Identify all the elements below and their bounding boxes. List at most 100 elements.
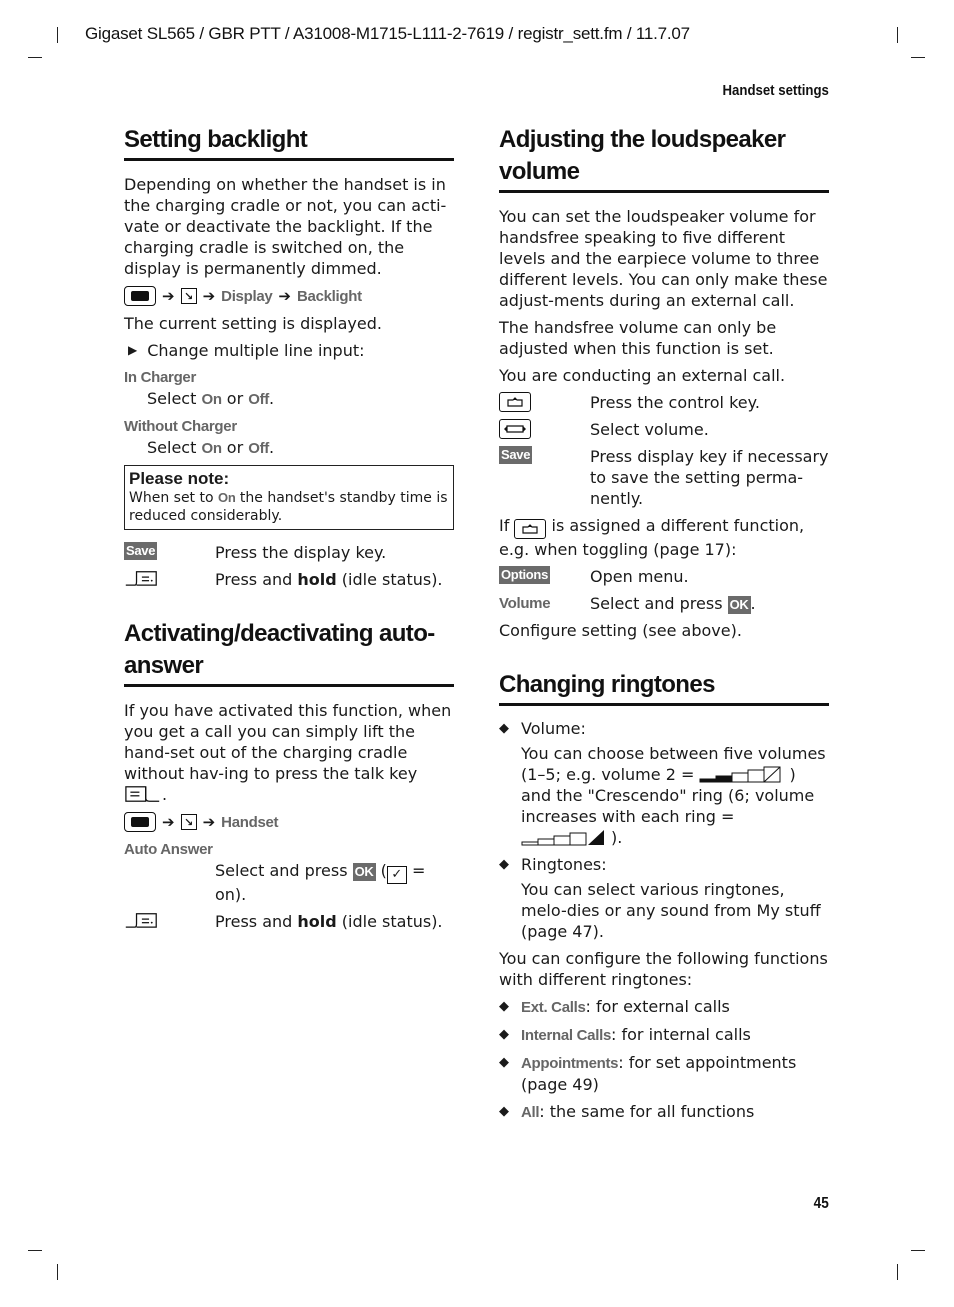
text: Select and press xyxy=(590,594,728,613)
text: (idle status). xyxy=(336,570,443,589)
control-key-up-icon xyxy=(499,392,531,412)
section-title: Activating/deactivating auto-answer xyxy=(124,618,454,687)
menu-path: ➔ ↘ ➔ Display ➔ Backlight xyxy=(124,285,454,307)
save-softkey: Save xyxy=(124,542,158,560)
arrow-right-icon: ➔ xyxy=(202,286,216,305)
menu-key-icon xyxy=(124,286,156,306)
instruction-row: Press the control key. xyxy=(499,392,829,413)
crop-mark xyxy=(28,57,42,58)
instruction-text: Select and press OK. xyxy=(590,593,829,614)
instruction-text: Open menu. xyxy=(590,567,689,586)
section-title: Setting backlight xyxy=(124,124,454,161)
options-softkey: Options xyxy=(499,566,551,584)
instruction-row: Save Press the display key. xyxy=(124,542,454,563)
list-item-label: Ringtones: xyxy=(521,855,607,874)
note-body: When set to On the handset's standby tim… xyxy=(129,489,449,525)
text: If you have activated this function, whe… xyxy=(124,701,452,783)
text: . xyxy=(269,389,275,408)
crop-mark xyxy=(57,27,58,43)
text: : for internal calls xyxy=(611,1025,751,1044)
text: Select xyxy=(147,389,202,408)
paragraph: Configure setting (see above). xyxy=(499,621,742,640)
crop-mark xyxy=(911,57,925,58)
volume-level-2-icon xyxy=(699,766,781,783)
text: . xyxy=(269,438,275,457)
option-on: On xyxy=(201,391,222,408)
page-number: 45 xyxy=(813,1195,829,1212)
emphasis: hold xyxy=(297,570,337,589)
please-note-box: Please note: When set to On the handset'… xyxy=(124,465,454,530)
end-call-key-icon xyxy=(125,913,157,928)
menu-key-icon xyxy=(124,812,156,832)
document-header: Gigaset SL565 / GBR PTT / A31008-M1715-L… xyxy=(85,24,690,43)
text: ( xyxy=(375,861,387,880)
text: or xyxy=(221,438,249,457)
option-label-without-charger: Without Charger xyxy=(124,418,237,435)
save-softkey: Save xyxy=(499,446,533,464)
menu-path: ➔ ↘ ➔ Handset xyxy=(124,811,454,833)
text: . xyxy=(162,785,168,804)
list-item: ◆ Internal Calls: for internal calls xyxy=(499,1024,829,1046)
running-title: Handset settings xyxy=(722,82,829,99)
volume-crescendo-icon xyxy=(521,830,604,846)
crop-mark xyxy=(911,1250,925,1251)
list-item: ◆ All: the same for all functions xyxy=(499,1101,829,1123)
control-key-leftright-icon xyxy=(499,419,531,439)
step-text: Change multiple line input: xyxy=(147,341,365,360)
list-item: ◆ Volume: You can choose between five vo… xyxy=(499,718,829,848)
paragraph: If is assigned a different function, e.g… xyxy=(499,515,829,560)
arrow-right-icon: ➔ xyxy=(162,286,175,305)
instruction-row: Volume Select and press OK. xyxy=(499,593,829,614)
list-item: ◆ Appointments: for set appointments (pa… xyxy=(499,1052,829,1095)
option-label-in-charger: In Charger xyxy=(124,369,197,386)
menu-item-volume: Volume xyxy=(499,595,551,612)
list-item: ◆ Ext. Calls: for external calls xyxy=(499,996,829,1018)
current-setting-text: The current setting is displayed. xyxy=(124,314,382,333)
option-on: On xyxy=(218,490,236,505)
section-changing-ringtones: Changing ringtones ◆ Volume: You can cho… xyxy=(499,669,829,1123)
option-desc: Select On or Off. xyxy=(124,388,454,410)
menu-item-ext-calls: Ext. Calls xyxy=(521,999,586,1016)
text: Press and xyxy=(215,570,298,589)
checkbox-checked-icon: ✓ xyxy=(386,866,407,884)
settings-key-icon: ↘ xyxy=(180,288,197,304)
intro-paragraph: You can set the loudspeaker volume for h… xyxy=(499,207,828,310)
end-call-key-icon xyxy=(125,571,157,586)
option-on: On xyxy=(201,440,222,457)
diamond-bullet-icon: ◆ xyxy=(499,1104,509,1119)
option-label-auto-answer: Auto Answer xyxy=(124,841,213,858)
instruction-text: Press and hold (idle status). xyxy=(215,911,454,932)
option-desc: Select On or Off. xyxy=(124,437,454,459)
instruction-text: Press the display key. xyxy=(215,543,387,562)
ok-softkey: OK xyxy=(727,596,751,614)
instruction-text: Press display key if necessary to save t… xyxy=(590,447,829,508)
diamond-bullet-icon: ◆ xyxy=(499,1055,509,1070)
crop-mark xyxy=(28,1250,42,1251)
paragraph: You are conducting an external call. xyxy=(499,366,786,385)
text: If xyxy=(499,516,510,535)
instruction-row: Options Open menu. xyxy=(499,566,829,587)
section-setting-backlight: Setting backlight Depending on whether t… xyxy=(124,124,454,590)
option-off: Off xyxy=(248,440,269,457)
text: ). xyxy=(611,828,623,847)
diamond-bullet-icon: ◆ xyxy=(499,721,509,736)
text: or xyxy=(221,389,249,408)
step-item: ▶ Change multiple line input: xyxy=(124,340,454,361)
text: : the same for all functions xyxy=(539,1102,755,1121)
talk-key-icon xyxy=(125,786,160,802)
text: Press and xyxy=(215,912,298,931)
right-column: Adjusting the loudspeaker volume You can… xyxy=(499,124,829,1123)
text: When set to xyxy=(129,490,219,506)
menu-item-appointments: Appointments xyxy=(521,1055,619,1072)
diamond-bullet-icon: ◆ xyxy=(499,1027,509,1042)
left-column: Setting backlight Depending on whether t… xyxy=(124,124,454,932)
triangle-bullet-icon: ▶ xyxy=(128,343,138,357)
note-title: Please note: xyxy=(129,469,230,488)
menu-item-display: Display xyxy=(221,287,273,305)
paragraph: You can configure the following function… xyxy=(499,949,828,989)
list-item-desc: You can select various ringtones, melo-d… xyxy=(521,880,821,941)
text: (idle status). xyxy=(336,912,443,931)
text: . xyxy=(750,594,756,613)
menu-item-all: All xyxy=(521,1104,540,1121)
instruction-row: Select volume. xyxy=(499,419,829,440)
